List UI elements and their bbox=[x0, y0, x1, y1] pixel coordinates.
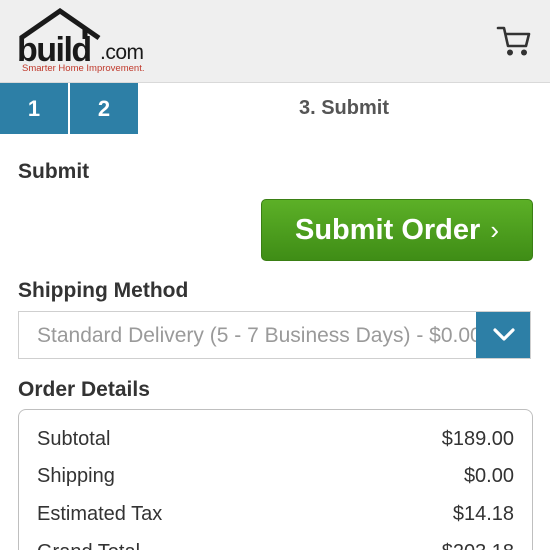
subtotal-label: Subtotal bbox=[37, 428, 111, 450]
shipping-method-value: Standard Delivery (5 - 7 Business Days) … bbox=[37, 324, 477, 347]
step-2-label: 2 bbox=[97, 95, 111, 121]
step-2-tab[interactable]: 2 bbox=[70, 83, 138, 134]
shipping-method-select[interactable]: Standard Delivery (5 - 7 Business Days) … bbox=[18, 311, 531, 359]
order-details-title: Order Details bbox=[18, 378, 150, 401]
site-header: build .com Smarter Home Improvement. bbox=[0, 0, 550, 83]
grand-total-label: Grand Total bbox=[37, 541, 140, 550]
step-1-tab[interactable]: 1 bbox=[0, 83, 68, 134]
logo-domain: .com bbox=[100, 41, 144, 64]
shipping-method-title: Shipping Method bbox=[18, 279, 189, 302]
logo-tagline: Smarter Home Improvement. bbox=[22, 63, 145, 74]
summary-row-subtotal: Subtotal $189.00 bbox=[37, 428, 514, 454]
current-step-label: 3. Submit bbox=[298, 97, 389, 119]
chevron-down-icon bbox=[492, 328, 515, 341]
summary-row-grand-total: Grand Total $203.18 bbox=[37, 541, 514, 550]
summary-row-tax: Estimated Tax $14.18 bbox=[37, 503, 514, 529]
subtotal-value: $189.00 bbox=[441, 428, 514, 450]
estimated-tax-value: $14.18 bbox=[452, 503, 514, 525]
chevron-right-icon: › bbox=[490, 214, 499, 245]
dropdown-toggle[interactable] bbox=[476, 312, 530, 358]
build-com-logo[interactable]: build .com Smarter Home Improvement. bbox=[17, 8, 167, 78]
summary-row-shipping: Shipping $0.00 bbox=[37, 465, 514, 491]
current-step: 3. Submit bbox=[138, 83, 550, 134]
shopping-cart-icon[interactable] bbox=[496, 24, 532, 58]
estimated-tax-label: Estimated Tax bbox=[37, 503, 163, 525]
logo-wordmark: build bbox=[17, 31, 92, 69]
submit-order-button[interactable]: Submit Order › bbox=[261, 199, 533, 261]
order-details-panel: Subtotal $189.00 Shipping $0.00 Estimate… bbox=[18, 409, 533, 550]
submit-order-label: Submit Order bbox=[295, 213, 481, 246]
submit-section-title: Submit bbox=[18, 160, 90, 183]
grand-total-value: $203.18 bbox=[442, 541, 514, 550]
shipping-label: Shipping bbox=[37, 465, 115, 487]
shipping-value: $0.00 bbox=[463, 465, 514, 487]
step-1-label: 1 bbox=[27, 95, 41, 121]
checkout-steps: 1 2 3. Submit bbox=[0, 83, 550, 134]
